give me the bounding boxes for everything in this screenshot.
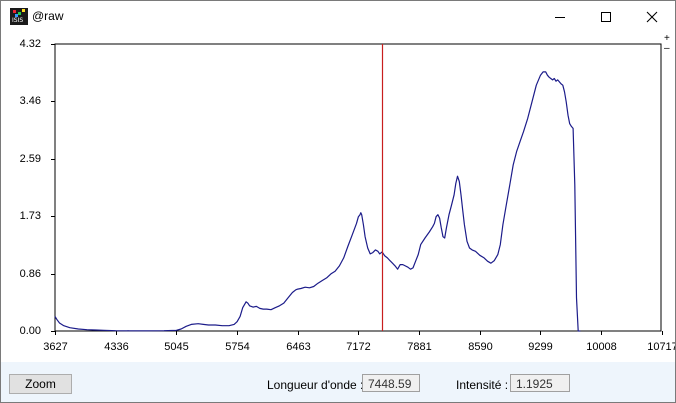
spectrum-plot[interactable]: + – 0.00 0.86 1.73 2.59 3.46 4.32 3627 4336 504… [1,32,675,362]
title-bar[interactable]: ISIS @raw [1,1,675,32]
window-title: @raw [32,9,64,23]
intensity-value: 1.1925 [510,374,570,392]
close-button[interactable] [629,1,675,32]
y-tick-label: 1.73 [19,209,41,222]
x-tick-label: 9299 [528,341,553,353]
maximize-icon [601,11,611,22]
x-tick-label: 6463 [286,341,311,353]
spectrum-window: ISIS @raw + – 0.00 0.86 1.73 2.59 3.46 4.32 3… [0,0,676,403]
close-icon [646,11,658,22]
wavelength-label: Longueur d'onde : [267,378,364,392]
x-tick-label: 5754 [225,341,250,353]
x-tick-label: 8590 [468,341,493,353]
y-tick-label: 3.46 [19,94,41,107]
y-tick-label: 4.32 [19,37,41,50]
app-icon: ISIS [10,8,28,25]
wavelength-value: 7448.59 [362,374,420,392]
x-tick-label: 10008 [586,341,617,353]
zoom-out-control[interactable]: – [664,44,670,54]
x-tick-label: 5045 [164,341,189,353]
x-tick-label: 7172 [346,341,371,353]
spectrum-chart[interactable] [1,32,675,362]
minimize-icon [555,16,565,18]
plot-frame [54,43,662,332]
y-tick-label: 2.59 [19,152,41,165]
x-tick-label: 10717 [647,341,676,353]
maximize-button[interactable] [583,1,629,32]
status-bar: Zoom Longueur d'onde : 7448.59 Intensité… [1,362,675,402]
y-tick-label: 0.00 [19,324,41,337]
x-tick-label: 7881 [407,341,432,353]
x-tick-label: 3627 [43,341,68,353]
zoom-button[interactable]: Zoom [9,374,72,394]
series-line [54,71,581,332]
y-tick-label: 0.86 [19,267,41,280]
intensity-label: Intensité : [456,378,509,392]
x-tick-label: 4336 [104,341,129,353]
minimize-button[interactable] [537,1,583,32]
